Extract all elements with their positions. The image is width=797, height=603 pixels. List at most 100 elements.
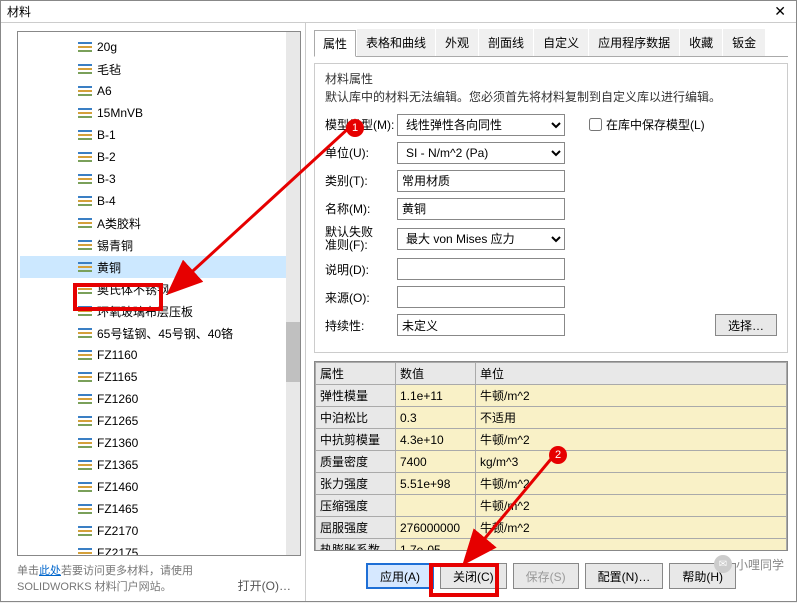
material-icon [78,63,92,75]
tree-item-material[interactable]: FZ1360 [20,432,298,454]
apply-button[interactable]: 应用(A) [366,563,434,589]
tree-item-label: FZ1365 [97,458,138,472]
cell-unit: /K [476,539,787,552]
close-button[interactable]: 关闭(C) [440,563,507,589]
props-title: 材料属性 [325,70,777,87]
tree-item-material[interactable]: 20g [20,36,298,58]
tab-1[interactable]: 表格和曲线 [357,29,435,56]
tab-3[interactable]: 剖面线 [479,29,533,56]
tree-item-material[interactable]: 奥氏体不锈钢 [20,278,298,300]
name-label: 名称(M): [325,200,397,217]
sustain-input[interactable] [397,314,565,336]
cell-value[interactable]: 0.3 [396,407,476,429]
th-unit: 单位 [476,363,787,385]
tree-item-material[interactable]: A类胶料 [20,212,298,234]
material-tree[interactable]: 20g 毛毡 A6 15MnVBB-1 B-2 B-3 B-4 A类胶料锡青铜黄铜奥氏体不锈钢… [17,31,301,556]
cell-value[interactable]: 276000000 [396,517,476,539]
material-icon [78,107,92,119]
tree-item-material[interactable]: FZ1465 [20,498,298,520]
more-materials-link[interactable]: 此处 [39,565,61,577]
cell-value[interactable]: 1.1e+11 [396,385,476,407]
cell-value[interactable]: 5.51e+98 [396,473,476,495]
tab-4[interactable]: 自定义 [534,29,588,56]
tree-item-material[interactable]: FZ1365 [20,454,298,476]
right-panel: 属性表格和曲线外观剖面线自定义应用程序数据收藏钣金 材料属性 默认库中的材料无法… [306,23,796,601]
table-row[interactable]: 中泊松比0.3不适用 [316,407,787,429]
content: 20g 毛毡 A6 15MnVBB-1 B-2 B-3 B-4 A类胶料锡青铜黄铜奥氏体不锈钢… [1,23,796,601]
save-in-lib-checkbox[interactable]: 在库中保存模型(L) [585,115,705,134]
cell-property: 质量密度 [316,451,396,473]
material-icon [78,151,92,163]
table-row[interactable]: 质量密度7400kg/m^3 [316,451,787,473]
material-icon [78,371,92,383]
sustain-select-button[interactable]: 选择… [715,314,777,336]
tree-item-material[interactable]: FZ2175 [20,542,298,556]
material-icon [78,283,92,295]
tree-item-material[interactable]: 锡青铜 [20,234,298,256]
material-icon [78,217,92,229]
tab-6[interactable]: 收藏 [680,29,722,56]
tab-0[interactable]: 属性 [314,30,356,57]
cell-value[interactable] [396,495,476,517]
cell-property: 压缩强度 [316,495,396,517]
material-icon [78,327,92,339]
cell-property: 屈服强度 [316,517,396,539]
tree-item-material[interactable]: A6 [20,80,298,102]
table-row[interactable]: 压缩强度 牛顿/m^2 [316,495,787,517]
tree-item-material[interactable]: FZ1160 [20,344,298,366]
table-row[interactable]: 张力强度5.51e+98牛顿/m^2 [316,473,787,495]
model-type-select[interactable]: 线性弹性各向同性 [397,114,565,136]
cell-value[interactable]: 7400 [396,451,476,473]
tree-item-material[interactable]: B-2 [20,146,298,168]
close-icon[interactable]: ✕ [770,3,790,20]
tree-item-material[interactable]: FZ1165 [20,366,298,388]
cell-value[interactable]: 1.7e-05 [396,539,476,552]
tree-item-material[interactable]: 15MnVB [20,102,298,124]
sustain-label: 持续性: [325,317,397,334]
tree-item-material[interactable]: FZ2170 [20,520,298,542]
open-button[interactable]: 打开(O)… [232,576,297,595]
tree-item-material[interactable]: FZ1265 [20,410,298,432]
tree-item-label: 毛毡 [97,61,121,78]
config-button[interactable]: 配置(N)… [585,563,664,589]
cell-property: 弹性模量 [316,385,396,407]
category-input[interactable] [397,170,565,192]
table-row[interactable]: 中抗剪模量4.3e+10牛顿/m^2 [316,429,787,451]
material-icon [78,459,92,471]
failure-select[interactable]: 最大 von Mises 应力 [397,228,565,250]
material-icon [78,349,92,361]
material-icon [78,393,92,405]
tree-item-label: B-4 [97,194,116,208]
save-button[interactable]: 保存(S) [513,563,579,589]
tree-item-material[interactable]: 环氧玻璃布层压板 [20,300,298,322]
tree-item-material[interactable]: FZ1460 [20,476,298,498]
tree-item-material[interactable]: B-4 [20,190,298,212]
tree-item-material[interactable]: 65号锰钢、45号钢、40铬 [20,322,298,344]
table-row[interactable]: 弹性模量1.1e+11牛顿/m^2 [316,385,787,407]
unit-select[interactable]: SI - N/m^2 (Pa) [397,142,565,164]
tab-5[interactable]: 应用程序数据 [589,29,679,56]
tree-item-material[interactable]: B-3 [20,168,298,190]
tree-item-material[interactable]: FZ1260 [20,388,298,410]
tab-7[interactable]: 钣金 [723,29,765,56]
category-label: 类别(T): [325,172,397,189]
table-row[interactable]: 屈服强度276000000牛顿/m^2 [316,517,787,539]
source-input[interactable] [397,286,565,308]
source-label: 来源(O): [325,289,397,306]
tree-item-material[interactable]: 毛毡 [20,58,298,80]
tree-scrollbar[interactable] [286,32,300,555]
name-input[interactable] [397,198,565,220]
tab-2[interactable]: 外观 [436,29,478,56]
cell-unit: 不适用 [476,407,787,429]
material-icon [78,415,92,427]
description-input[interactable] [397,258,565,280]
cell-value[interactable]: 4.3e+10 [396,429,476,451]
tree-item-material[interactable]: B-1 [20,124,298,146]
cell-unit: 牛顿/m^2 [476,495,787,517]
tree-item-label: FZ1265 [97,414,138,428]
tree-item-label: A6 [97,84,112,98]
tree-item-label: B-2 [97,150,116,164]
tree-item-label: 奥氏体不锈钢 [97,281,169,298]
tree-item-material[interactable]: 黄铜 [20,256,298,278]
table-row[interactable]: 热膨胀系数1.7e-05/K [316,539,787,552]
